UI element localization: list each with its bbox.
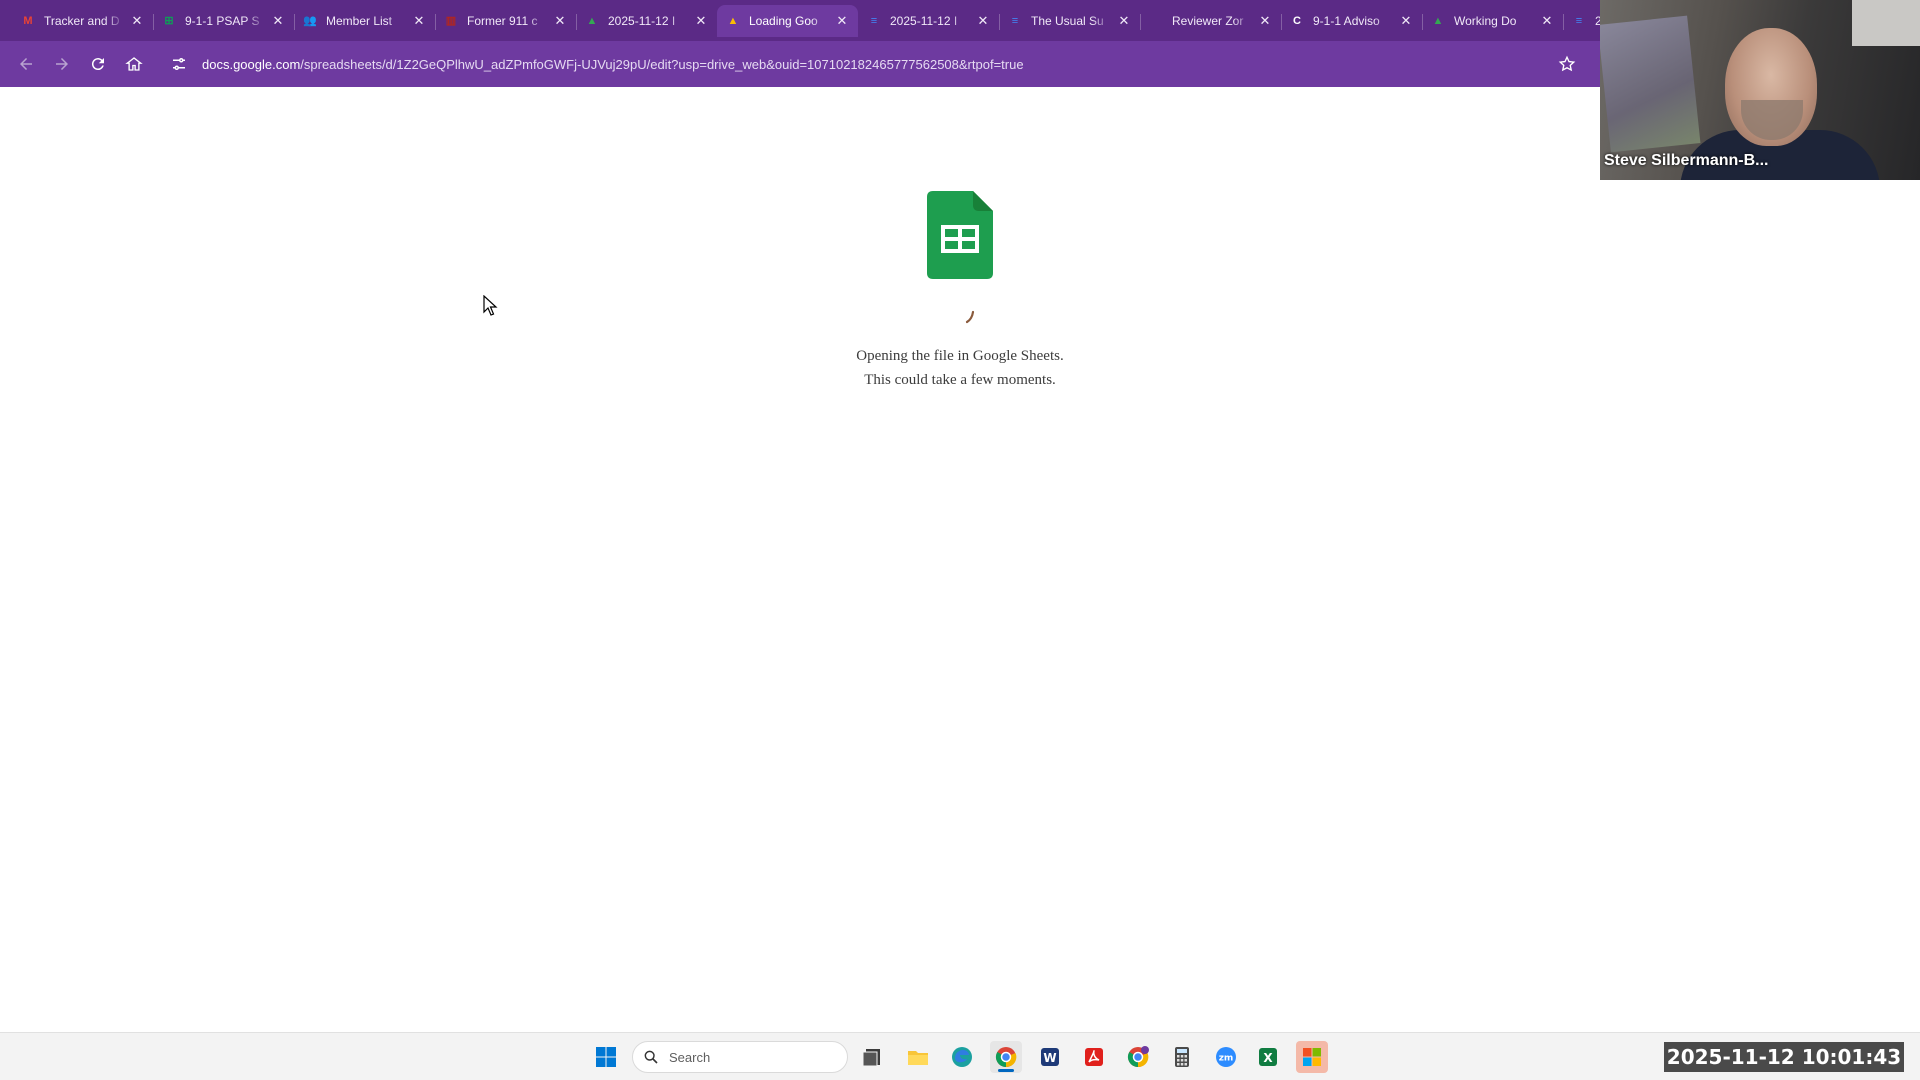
tab-title: Member List: [326, 13, 393, 28]
browser-tab[interactable]: ▲ Loading Goo ✕: [717, 4, 858, 37]
windows-taskbar: Search W zm X: [0, 1032, 1920, 1080]
close-tab-icon[interactable]: ✕: [834, 13, 850, 29]
browser-tab[interactable]: ⊞ 9-1-1 PSAP S ✕: [153, 5, 295, 37]
file-explorer-icon[interactable]: [902, 1041, 934, 1073]
acrobat-icon[interactable]: [1078, 1041, 1110, 1073]
browser-tab[interactable]: ▥ Former 911 c ✕: [435, 5, 577, 37]
gmail-icon: M: [23, 14, 33, 27]
blank-icon: [1148, 13, 1164, 29]
windows-start-icon[interactable]: [590, 1041, 622, 1073]
people-icon: 👥: [303, 15, 317, 27]
microsoft-store-icon[interactable]: [1296, 1041, 1328, 1073]
tab-title: The Usual Su: [1031, 13, 1104, 28]
loading-submessage: This could take a few moments.: [864, 372, 1056, 388]
url-host: docs.google.com: [202, 56, 301, 72]
drive-icon: ▲: [586, 14, 598, 27]
back-button[interactable]: [10, 48, 42, 80]
svg-text:X: X: [1263, 1051, 1273, 1065]
tab-strip: M Tracker and D ✕ ⊞ 9-1-1 PSAP S ✕ 👥 Member Lis…: [0, 0, 1600, 41]
google-sheets-icon: [927, 191, 993, 279]
excel-icon[interactable]: X: [1252, 1041, 1284, 1073]
svg-text:W: W: [1043, 1051, 1056, 1065]
chrome-icon[interactable]: [990, 1041, 1022, 1073]
browser-tab[interactable]: M Tracker and D ✕: [12, 5, 154, 37]
close-tab-icon[interactable]: ✕: [552, 13, 568, 29]
tab-title: Loading Goo: [749, 13, 818, 28]
close-tab-icon[interactable]: ✕: [693, 13, 709, 29]
active-app-indicator: [998, 1069, 1014, 1072]
arrow-right-icon: [56, 58, 68, 70]
video-window: [1852, 0, 1920, 46]
site-icon: C: [1293, 14, 1301, 27]
search-icon: [644, 1050, 658, 1064]
tab-title: Working Do: [1454, 13, 1517, 28]
participant-name: Steve Silbermann-B...: [1604, 152, 1769, 169]
recording-timestamp: 2025-11-12 10:01:43: [1664, 1042, 1904, 1072]
browser-tab[interactable]: C 9-1-1 Adviso ✕: [1281, 5, 1423, 37]
browser-tab[interactable]: ▲ 2025-11-12 I ✕: [576, 5, 718, 37]
chrome-profile-icon[interactable]: [1122, 1041, 1154, 1073]
page-content: Opening the file in Google Sheets. This …: [0, 87, 1600, 1032]
site-info-icon[interactable]: [170, 55, 188, 73]
close-tab-icon[interactable]: ✕: [1116, 13, 1132, 29]
loading-spinner-icon: [965, 310, 975, 324]
home-button[interactable]: [118, 48, 150, 80]
close-tab-icon[interactable]: ✕: [129, 13, 145, 29]
drive-icon: ▲: [1432, 14, 1444, 27]
docs-icon: ≡: [1011, 14, 1019, 27]
docs-icon: ≡: [1575, 14, 1583, 27]
browser-tab[interactable]: 👥 Member List ✕: [294, 5, 436, 37]
browser-toolbar: docs.google.com/spreadsheets/d/1Z2GeQPlh…: [0, 41, 1600, 87]
close-tab-icon[interactable]: ✕: [411, 13, 427, 29]
close-tab-icon[interactable]: ✕: [270, 13, 286, 29]
taskbar-search-placeholder: Search: [669, 1049, 711, 1065]
video-wall-poster: [1600, 15, 1701, 153]
browser-tab[interactable]: ▲ Working Do ✕: [1422, 5, 1564, 37]
tab-title: 2025-11-12 I: [608, 13, 676, 28]
edge-icon[interactable]: [946, 1041, 978, 1073]
zoom-icon[interactable]: zm: [1210, 1041, 1242, 1073]
browser-tab[interactable]: Reviewer Zor ✕: [1140, 5, 1282, 37]
tab-title: 2025-11-12 I: [890, 13, 958, 28]
sheets-icon: ⊞: [164, 15, 174, 27]
calculator-icon[interactable]: [1166, 1041, 1198, 1073]
report-icon: ▥: [445, 15, 457, 27]
tab-title: Reviewer Zor: [1172, 13, 1244, 28]
forward-button[interactable]: [46, 48, 78, 80]
browser-tab[interactable]: ≡ 2: [1563, 5, 1600, 37]
reload-icon: [91, 58, 104, 71]
close-tab-icon[interactable]: ✕: [975, 13, 991, 29]
video-participant-tile[interactable]: Steve Silbermann-B...: [1600, 0, 1920, 180]
docs-icon: ≡: [870, 14, 878, 27]
address-bar[interactable]: docs.google.com/spreadsheets/d/1Z2GeQPlh…: [158, 47, 1588, 81]
arrow-left-icon: [20, 58, 32, 70]
word-icon[interactable]: W: [1034, 1041, 1066, 1073]
tab-title: Tracker and D: [44, 13, 120, 28]
close-tab-icon[interactable]: ✕: [1398, 13, 1414, 29]
taskbar-search-box[interactable]: Search: [632, 1041, 848, 1073]
url-path: /spreadsheets/d/1Z2GeQPlhwU_adZPmfoGWFj-…: [300, 56, 1024, 72]
drive-icon: ▲: [727, 14, 739, 27]
loading-message: Opening the file in Google Sheets.: [856, 348, 1064, 364]
tab-title: Former 911 c: [467, 13, 538, 28]
tab-title: 9-1-1 PSAP S: [185, 13, 260, 28]
close-tab-icon[interactable]: ✕: [1257, 13, 1273, 29]
close-tab-icon[interactable]: ✕: [1539, 13, 1555, 29]
mouse-cursor-icon: [483, 295, 498, 316]
home-icon: [125, 57, 143, 71]
task-view-icon[interactable]: [856, 1041, 888, 1073]
svg-text:zm: zm: [1219, 1054, 1234, 1064]
bookmark-star-icon[interactable]: [1558, 55, 1576, 73]
reload-button[interactable]: [82, 48, 114, 80]
browser-tab[interactable]: ≡ The Usual Su ✕: [999, 5, 1141, 37]
tab-title: 9-1-1 Adviso: [1313, 13, 1380, 28]
browser-tab[interactable]: ≡ 2025-11-12 I ✕: [858, 5, 1000, 37]
